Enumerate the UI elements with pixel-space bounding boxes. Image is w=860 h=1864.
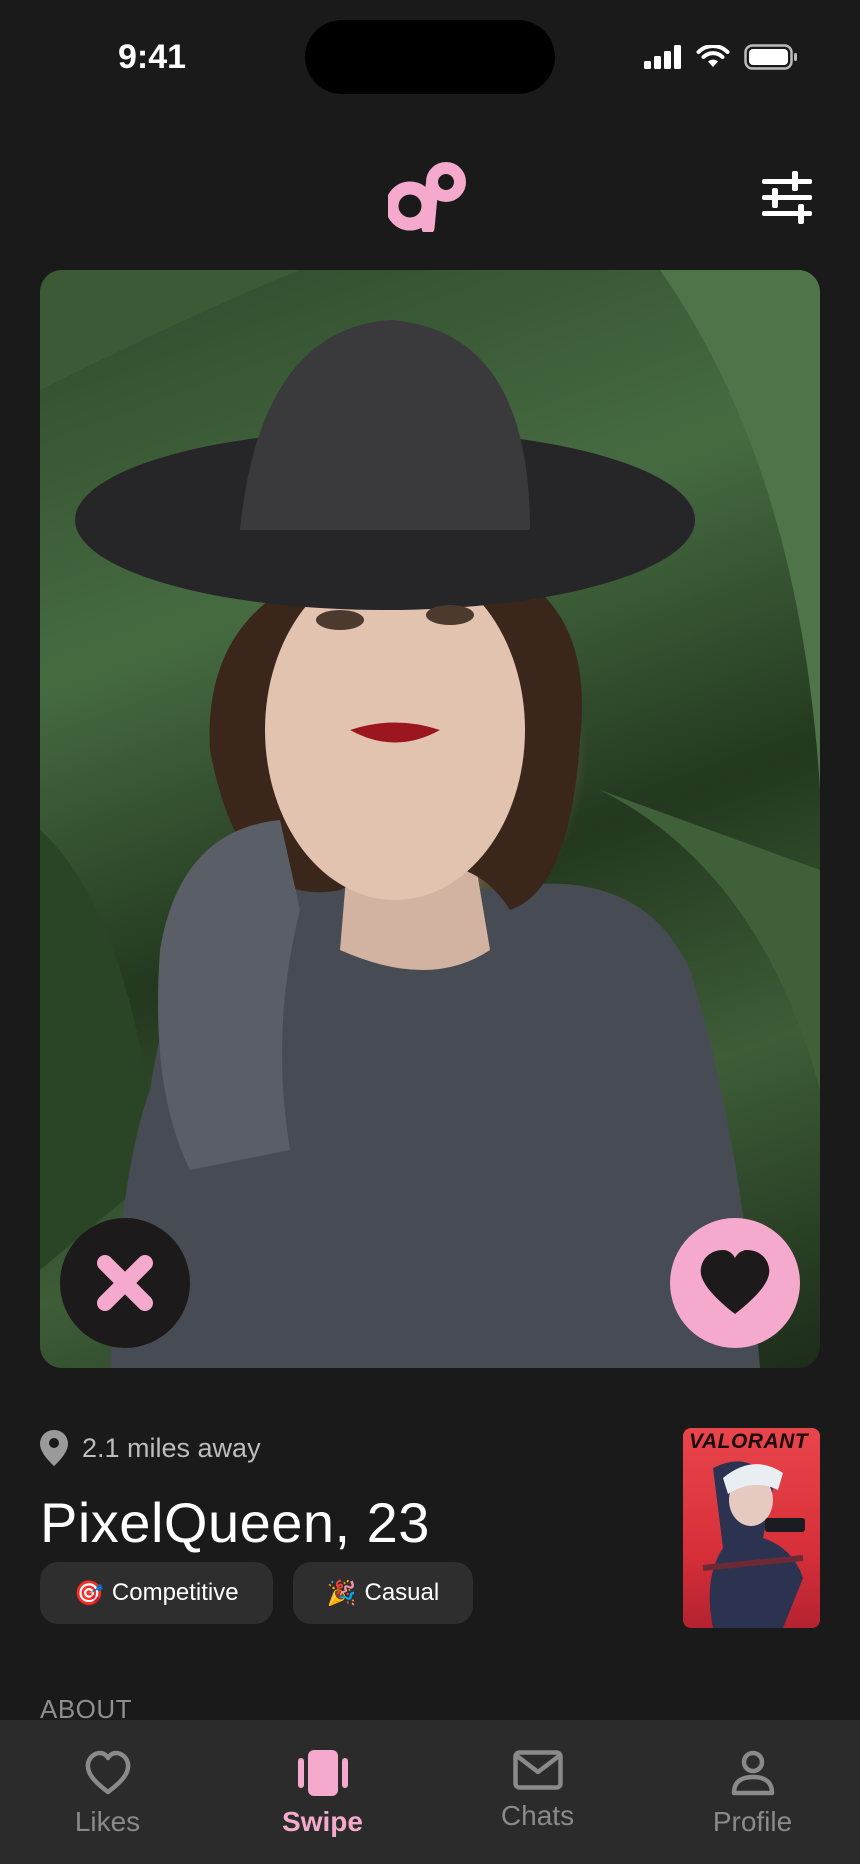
bottom-tab-bar: Likes Swipe Chats Profile — [0, 1720, 860, 1864]
tab-swipe[interactable]: Swipe — [233, 1720, 413, 1838]
profile-name: PixelQueen, 23 — [40, 1491, 430, 1554]
location-pin-icon — [40, 1430, 68, 1466]
tab-likes[interactable]: Likes — [18, 1720, 198, 1838]
app-logo-icon — [388, 162, 466, 232]
tab-chats[interactable]: Chats — [448, 1720, 628, 1832]
like-button[interactable] — [670, 1218, 800, 1348]
distance-text: 2.1 miles away — [82, 1432, 261, 1463]
tag-label: Casual — [364, 1579, 440, 1606]
party-popper-icon: 🎉 — [326, 1579, 357, 1607]
heart-outline-icon — [85, 1750, 130, 1795]
tab-label: Chats — [500, 1800, 575, 1831]
person-icon — [731, 1750, 774, 1796]
dynamic-island — [305, 20, 555, 94]
target-icon: 🎯 — [74, 1579, 104, 1607]
distance-row: 2.1 miles away — [40, 1430, 261, 1466]
tag-casual: 🎉 Casual — [292, 1562, 474, 1624]
status-icons — [644, 44, 798, 70]
profile-photo-illustration — [40, 270, 820, 1368]
close-icon — [97, 1255, 153, 1311]
pass-button[interactable] — [60, 1218, 190, 1348]
top-header — [0, 140, 860, 250]
battery-icon — [744, 44, 797, 70]
wifi-icon — [696, 45, 730, 67]
cellular-signal-icon — [644, 45, 681, 69]
tab-label: Profile — [712, 1806, 793, 1837]
status-bar: 9:41 — [0, 0, 860, 100]
sliders-icon[interactable] — [760, 170, 814, 224]
game-cover[interactable]: VALORANT — [683, 1428, 820, 1628]
profile-photo[interactable] — [40, 270, 820, 1368]
tab-profile[interactable]: Profile — [663, 1720, 843, 1838]
tab-label: Swipe — [282, 1806, 363, 1837]
tag-label: Competitive — [111, 1579, 239, 1606]
cards-icon — [297, 1750, 348, 1796]
game-character-art — [702, 1461, 805, 1628]
status-time: 9:41 — [118, 38, 187, 76]
tag-competitive: 🎯 Competitive — [40, 1562, 273, 1624]
heart-icon — [700, 1250, 770, 1314]
mail-icon — [512, 1750, 563, 1790]
tag-list: 🎯 Competitive 🎉 Casual — [40, 1562, 474, 1624]
tab-label: Likes — [74, 1806, 141, 1837]
